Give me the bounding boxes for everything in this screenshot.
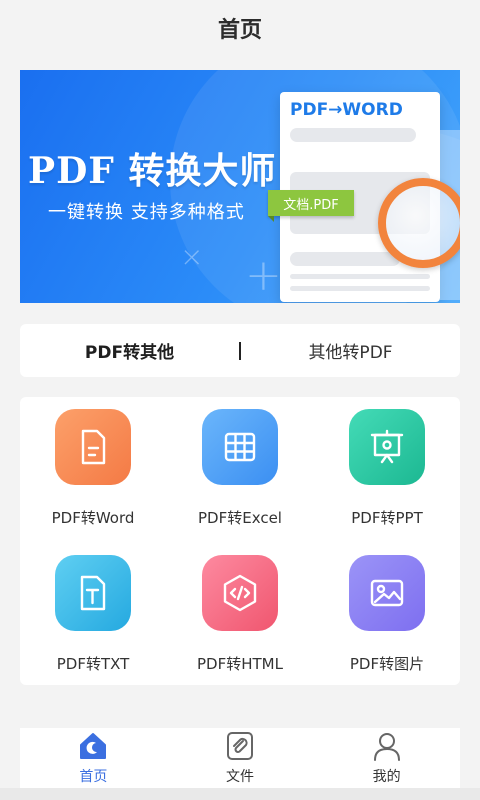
tab-pdf-to-other[interactable]: PDF转其他 xyxy=(20,338,239,363)
user-icon xyxy=(373,733,400,761)
tool-label: PDF转Excel xyxy=(198,509,282,527)
file-tag: 文档.PDF xyxy=(268,190,354,222)
nav-label: 文件 xyxy=(226,769,254,785)
tool-label: PDF转PPT xyxy=(351,509,423,527)
paperclip-icon xyxy=(227,732,253,760)
code-icon xyxy=(202,555,278,631)
document-line xyxy=(290,252,400,266)
nav-label: 我的 xyxy=(372,769,401,785)
tool-label: PDF转图片 xyxy=(349,655,425,673)
conversion-tabs: PDF转其他 其他转PDF xyxy=(20,324,460,377)
tool-grid: PDF转Word PDF转Excel PDF转PPT PDF转TXT PDF转H… xyxy=(20,397,460,685)
banner-title: PDF 转换大师 xyxy=(28,150,277,192)
plus-decoration-icon: + xyxy=(245,250,282,301)
magnifier-icon xyxy=(378,178,460,268)
tool-pdf-to-html[interactable]: PDF转HTML xyxy=(167,543,313,683)
nav-home[interactable]: 首页 xyxy=(20,728,167,788)
tool-label: PDF转Word xyxy=(51,509,135,527)
nav-files[interactable]: 文件 xyxy=(167,728,314,788)
document-line xyxy=(290,286,430,291)
tool-label: PDF转HTML xyxy=(197,655,283,673)
nav-profile[interactable]: 我的 xyxy=(313,728,460,788)
presentation-icon xyxy=(349,409,425,485)
text-file-icon xyxy=(55,555,131,631)
tool-pdf-to-excel[interactable]: PDF转Excel xyxy=(167,397,313,537)
top-bar: 首页 xyxy=(0,0,480,56)
tab-other-to-pdf[interactable]: 其他转PDF xyxy=(241,338,460,363)
tool-pdf-to-txt[interactable]: PDF转TXT xyxy=(20,543,166,683)
home-icon xyxy=(80,733,107,759)
document-icon xyxy=(55,409,131,485)
tool-label: PDF转TXT xyxy=(56,655,130,673)
tool-pdf-to-image[interactable]: PDF转图片 xyxy=(314,543,460,683)
table-icon xyxy=(202,409,278,485)
plus-decoration-icon: × xyxy=(180,240,204,273)
promo-banner[interactable]: PDF 转换大师 一键转换 支持多种格式 × + PDF→WORD 文档.PDF xyxy=(20,70,460,303)
document-heading: PDF→WORD xyxy=(290,100,403,120)
bottom-navigation: 首页 文件 我的 xyxy=(20,728,460,788)
banner-subtitle: 一键转换 支持多种格式 xyxy=(48,202,245,223)
document-line xyxy=(290,128,416,142)
document-line xyxy=(290,274,430,279)
image-icon xyxy=(349,555,425,631)
tool-pdf-to-word[interactable]: PDF转Word xyxy=(20,397,166,537)
tool-pdf-to-ppt[interactable]: PDF转PPT xyxy=(314,397,460,537)
page-title: 首页 xyxy=(217,18,262,43)
system-bar xyxy=(0,788,480,800)
nav-label: 首页 xyxy=(79,769,108,785)
